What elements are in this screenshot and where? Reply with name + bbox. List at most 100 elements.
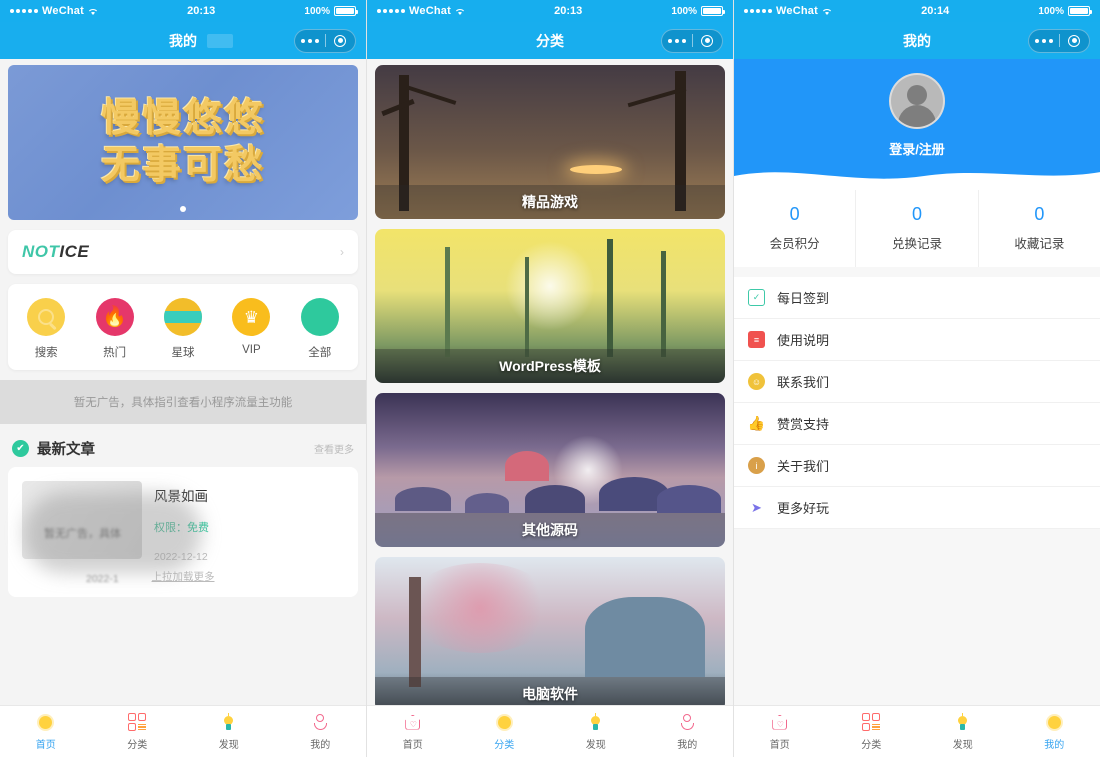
article-permission-value: 免费 <box>187 522 209 534</box>
thumbs-up-icon: 👍 <box>747 415 766 431</box>
article-title: 风景如画 <box>154 489 208 504</box>
category-label: 精品游戏 <box>522 194 578 210</box>
category-list: 精品游戏 WordPress模板 其他源码 电脑软件 <box>367 59 733 757</box>
stat-label: 兑换记录 <box>891 237 942 251</box>
tab-mine[interactable]: 我的 <box>642 706 734 757</box>
tab-label: 发现 <box>218 740 239 751</box>
tab-label: 我的 <box>310 740 331 751</box>
tab-discover[interactable]: 发现 <box>183 706 275 757</box>
status-right: 100% <box>304 6 358 17</box>
hero-banner[interactable]: 慢慢悠悠 无事可愁 <box>8 65 358 220</box>
nav-bar: 我的 <box>734 22 1100 59</box>
tab-home[interactable]: 首页 <box>0 706 92 757</box>
carrier-label: WeChat <box>42 5 84 17</box>
menu-item-label: 更多好玩 <box>777 501 830 516</box>
tab-category[interactable]: 分类 <box>826 706 918 757</box>
tab-discover[interactable]: 发现 <box>917 706 1009 757</box>
grid-icon <box>862 712 881 732</box>
crown-icon: ♛ <box>232 298 271 336</box>
menu-item-more-fun[interactable]: ➤ 更多好玩 <box>734 487 1100 529</box>
wifi-icon <box>822 8 831 15</box>
stat-favorites[interactable]: 0 收藏记录 <box>979 189 1100 267</box>
wechat-capsule-menu[interactable] <box>1028 28 1090 53</box>
planet-icon <box>163 298 202 336</box>
stat-points[interactable]: 0 会员积分 <box>734 189 857 267</box>
person-icon <box>313 712 327 732</box>
wechat-capsule-menu[interactable] <box>294 28 356 53</box>
grid-icon <box>128 712 147 732</box>
sun-icon <box>1047 712 1061 732</box>
login-register-link[interactable]: 登录/注册 <box>889 139 945 158</box>
document-icon: ≡ <box>748 331 765 348</box>
carousel-dot[interactable] <box>180 206 186 212</box>
more-icon[interactable] <box>295 38 325 43</box>
load-more-label[interactable]: 上拉加载更多 <box>22 569 344 584</box>
tab-label: 首页 <box>35 740 56 751</box>
battery-icon <box>334 6 358 16</box>
nav-bar: 分类 <box>367 22 733 59</box>
wifi-icon <box>455 8 464 15</box>
more-icon[interactable] <box>662 38 692 43</box>
menu-item-about-us[interactable]: i 关于我们 <box>734 445 1100 487</box>
quick-icon-search[interactable]: 搜索 <box>15 298 77 360</box>
more-icon[interactable] <box>1029 38 1059 43</box>
tab-category[interactable]: 分类 <box>92 706 184 757</box>
avatar[interactable] <box>889 73 945 129</box>
stat-exchange[interactable]: 0 兑换记录 <box>856 189 979 267</box>
menu-item-instructions[interactable]: ≡ 使用说明 <box>734 319 1100 361</box>
quick-icon-grid: 搜索 🔥 热门 星球 ♛ VIP 全部 <box>8 284 358 370</box>
quick-icon-vip[interactable]: ♛ VIP <box>220 298 282 360</box>
menu-item-daily-checkin[interactable]: ✓ 每日签到 <box>734 277 1100 319</box>
close-target-icon[interactable] <box>326 34 356 47</box>
tab-bar: ♡ 首页 分类 发现 我的 <box>367 705 733 757</box>
close-target-icon[interactable] <box>693 34 723 47</box>
bulb-icon <box>223 712 234 732</box>
tab-home[interactable]: ♡ 首页 <box>734 706 826 757</box>
page-title: 分类 <box>536 32 564 49</box>
notice-chevron-icon[interactable]: › <box>340 245 344 259</box>
category-card[interactable]: 其他源码 <box>375 393 725 547</box>
menu-item-label: 使用说明 <box>777 333 830 348</box>
wechat-capsule-menu[interactable] <box>661 28 723 53</box>
quick-icon-hot[interactable]: 🔥 热门 <box>84 298 146 360</box>
quick-icon-planet[interactable]: 星球 <box>152 298 214 360</box>
avatar-placeholder-icon <box>889 73 945 129</box>
category-card[interactable]: WordPress模板 <box>375 229 725 383</box>
menu-item-contact-us[interactable]: ☺ 联系我们 <box>734 361 1100 403</box>
wifi-icon <box>88 8 97 15</box>
tab-home[interactable]: ♡ 首页 <box>367 706 459 757</box>
quick-icon-all[interactable]: 全部 <box>289 298 351 360</box>
menu-item-label: 关于我们 <box>777 459 830 474</box>
menu-item-support[interactable]: 👍 赞赏支持 <box>734 403 1100 445</box>
article-date: 2022-12-12 <box>154 551 208 563</box>
tab-label: 首页 <box>402 740 423 751</box>
nav-ghost-placeholder <box>207 33 233 48</box>
wave-divider <box>734 172 1100 190</box>
ad-placeholder: 暂无广告，具体指引查看小程序流量主功能 <box>0 380 366 424</box>
sun-icon <box>497 712 511 732</box>
category-card[interactable]: 电脑软件 <box>375 557 725 711</box>
notice-logo-suffix: ICE <box>59 242 90 261</box>
stat-label: 收藏记录 <box>1014 237 1065 251</box>
category-label-wrap: WordPress模板 <box>375 349 725 383</box>
blurred-ad-text: 暂无广告，具体 <box>44 528 121 540</box>
notice-logo: NOTICE <box>22 242 89 262</box>
latest-articles-header: ✔ 最新文章 查看更多 <box>0 424 366 467</box>
phone-screen-category: WeChat 20:13 100% 分类 精品游戏 WordPress模板 其他… <box>367 0 734 757</box>
tab-mine[interactable]: 我的 <box>275 706 367 757</box>
notice-bar[interactable]: NOTICE › <box>8 230 358 274</box>
article-card[interactable]: 风景如画 权限：免费 2022-12-12 暂无广告，具体 2022-1 上拉加… <box>8 467 358 597</box>
page-title: 我的 <box>169 32 197 49</box>
category-card[interactable]: 精品游戏 <box>375 65 725 219</box>
menu-item-label: 每日签到 <box>777 291 830 306</box>
tab-mine[interactable]: 我的 <box>1009 706 1100 757</box>
close-target-icon[interactable] <box>1060 34 1090 47</box>
view-more-link[interactable]: 查看更多 <box>314 441 354 456</box>
stats-row: 0 会员积分 0 兑换记录 0 收藏记录 <box>734 189 1100 267</box>
profile-menu-list: ✓ 每日签到 ≡ 使用说明 ☺ 联系我们 👍 赞赏支持 i 关于我们 ➤ 更多好… <box>734 277 1100 529</box>
tab-category[interactable]: 分类 <box>459 706 551 757</box>
tab-discover[interactable]: 发现 <box>550 706 642 757</box>
stat-value: 0 <box>1034 204 1045 224</box>
battery-icon <box>701 6 725 16</box>
tab-label: 我的 <box>1044 740 1065 751</box>
